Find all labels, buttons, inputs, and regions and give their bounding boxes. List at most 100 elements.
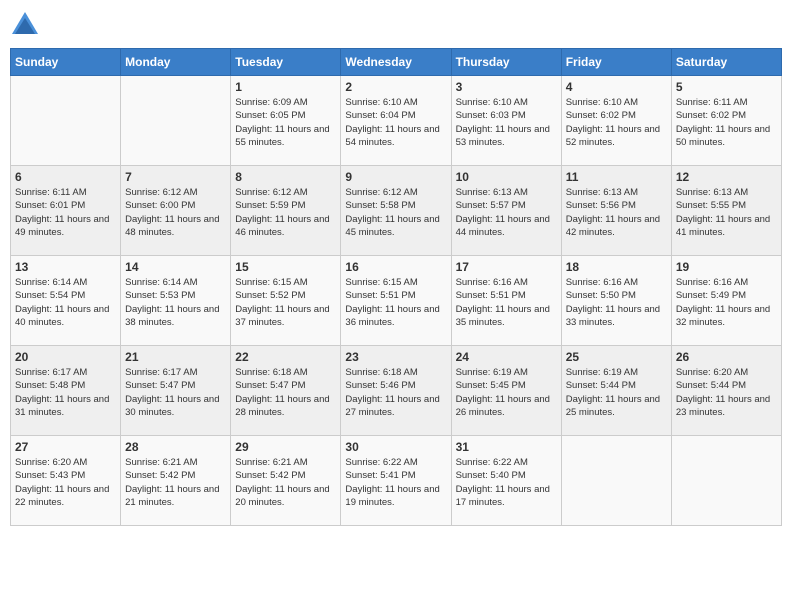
calendar-cell: 8 Sunrise: 6:12 AMSunset: 5:59 PMDaylight… (231, 166, 341, 256)
weekday-header: Sunday (11, 49, 121, 76)
day-number: 24 (456, 350, 557, 364)
calendar-cell: 24 Sunrise: 6:19 AMSunset: 5:45 PMDayligh… (451, 346, 561, 436)
day-info: Sunrise: 6:16 AMSunset: 5:49 PMDaylight:… (676, 276, 777, 329)
logo-icon (10, 10, 40, 40)
calendar-cell: 16 Sunrise: 6:15 AMSunset: 5:51 PMDayligh… (341, 256, 451, 346)
day-number: 18 (566, 260, 667, 274)
weekday-header: Monday (121, 49, 231, 76)
weekday-header: Saturday (671, 49, 781, 76)
calendar-week-row: 1 Sunrise: 6:09 AMSunset: 6:05 PMDaylight… (11, 76, 782, 166)
day-info: Sunrise: 6:15 AMSunset: 5:51 PMDaylight:… (345, 276, 446, 329)
calendar-cell: 3 Sunrise: 6:10 AMSunset: 6:03 PMDaylight… (451, 76, 561, 166)
day-number: 6 (15, 170, 116, 184)
day-info: Sunrise: 6:21 AMSunset: 5:42 PMDaylight:… (235, 456, 336, 509)
day-number: 16 (345, 260, 446, 274)
day-number: 14 (125, 260, 226, 274)
day-info: Sunrise: 6:22 AMSunset: 5:40 PMDaylight:… (456, 456, 557, 509)
day-number: 26 (676, 350, 777, 364)
calendar-body: 1 Sunrise: 6:09 AMSunset: 6:05 PMDaylight… (11, 76, 782, 526)
day-number: 20 (15, 350, 116, 364)
calendar-cell (561, 436, 671, 526)
calendar-cell: 6 Sunrise: 6:11 AMSunset: 6:01 PMDaylight… (11, 166, 121, 256)
calendar-cell: 5 Sunrise: 6:11 AMSunset: 6:02 PMDaylight… (671, 76, 781, 166)
day-number: 12 (676, 170, 777, 184)
calendar-cell (671, 436, 781, 526)
day-info: Sunrise: 6:19 AMSunset: 5:44 PMDaylight:… (566, 366, 667, 419)
calendar-week-row: 13Sunrise: 6:14 AMSunset: 5:54 PMDayligh… (11, 256, 782, 346)
day-info: Sunrise: 6:11 AMSunset: 6:02 PMDaylight:… (676, 96, 777, 149)
calendar-cell: 19 Sunrise: 6:16 AMSunset: 5:49 PMDayligh… (671, 256, 781, 346)
weekday-header: Tuesday (231, 49, 341, 76)
day-info: Sunrise: 6:17 AMSunset: 5:48 PMDaylight:… (15, 366, 116, 419)
calendar-cell: 26 Sunrise: 6:20 AMSunset: 5:44 PMDayligh… (671, 346, 781, 436)
day-info: Sunrise: 6:11 AMSunset: 6:01 PMDaylight:… (15, 186, 116, 239)
day-info: Sunrise: 6:21 AMSunset: 5:42 PMDaylight:… (125, 456, 226, 509)
day-info: Sunrise: 6:19 AMSunset: 5:45 PMDaylight:… (456, 366, 557, 419)
weekday-header: Friday (561, 49, 671, 76)
day-info: Sunrise: 6:13 AMSunset: 5:57 PMDaylight:… (456, 186, 557, 239)
calendar-cell (121, 76, 231, 166)
day-number: 4 (566, 80, 667, 94)
day-number: 25 (566, 350, 667, 364)
day-info: Sunrise: 6:10 AMSunset: 6:04 PMDaylight:… (345, 96, 446, 149)
calendar-cell: 7 Sunrise: 6:12 AMSunset: 6:00 PMDaylight… (121, 166, 231, 256)
calendar-table: SundayMondayTuesdayWednesdayThursdayFrid… (10, 48, 782, 526)
day-info: Sunrise: 6:16 AMSunset: 5:51 PMDaylight:… (456, 276, 557, 329)
day-number: 17 (456, 260, 557, 274)
day-number: 21 (125, 350, 226, 364)
calendar-cell: 20 Sunrise: 6:17 AMSunset: 5:48 PMDayligh… (11, 346, 121, 436)
calendar-cell: 31Sunrise: 6:22 AMSunset: 5:40 PMDayligh… (451, 436, 561, 526)
calendar-week-row: 27Sunrise: 6:20 AMSunset: 5:43 PMDayligh… (11, 436, 782, 526)
day-info: Sunrise: 6:14 AMSunset: 5:53 PMDaylight:… (125, 276, 226, 329)
day-number: 15 (235, 260, 336, 274)
page-header (10, 10, 782, 40)
calendar-cell: 17 Sunrise: 6:16 AMSunset: 5:51 PMDayligh… (451, 256, 561, 346)
calendar-cell (11, 76, 121, 166)
calendar-cell: 18Sunrise: 6:16 AMSunset: 5:50 PMDayligh… (561, 256, 671, 346)
weekday-header: Wednesday (341, 49, 451, 76)
calendar-cell: 29 Sunrise: 6:21 AMSunset: 5:42 PMDayligh… (231, 436, 341, 526)
day-info: Sunrise: 6:15 AMSunset: 5:52 PMDaylight:… (235, 276, 336, 329)
day-number: 19 (676, 260, 777, 274)
calendar-cell: 9 Sunrise: 6:12 AMSunset: 5:58 PMDaylight… (341, 166, 451, 256)
day-info: Sunrise: 6:12 AMSunset: 6:00 PMDaylight:… (125, 186, 226, 239)
day-info: Sunrise: 6:22 AMSunset: 5:41 PMDaylight:… (345, 456, 446, 509)
day-info: Sunrise: 6:10 AMSunset: 6:03 PMDaylight:… (456, 96, 557, 149)
calendar-cell: 10 Sunrise: 6:13 AMSunset: 5:57 PMDayligh… (451, 166, 561, 256)
calendar-cell: 21Sunrise: 6:17 AMSunset: 5:47 PMDayligh… (121, 346, 231, 436)
day-number: 22 (235, 350, 336, 364)
calendar-cell: 12Sunrise: 6:13 AMSunset: 5:55 PMDayligh… (671, 166, 781, 256)
calendar-cell: 22 Sunrise: 6:18 AMSunset: 5:47 PMDayligh… (231, 346, 341, 436)
day-number: 3 (456, 80, 557, 94)
calendar-cell: 30Sunrise: 6:22 AMSunset: 5:41 PMDayligh… (341, 436, 451, 526)
calendar-cell: 14 Sunrise: 6:14 AMSunset: 5:53 PMDayligh… (121, 256, 231, 346)
day-number: 5 (676, 80, 777, 94)
calendar-cell: 25 Sunrise: 6:19 AMSunset: 5:44 PMDayligh… (561, 346, 671, 436)
day-info: Sunrise: 6:13 AMSunset: 5:56 PMDaylight:… (566, 186, 667, 239)
day-number: 28 (125, 440, 226, 454)
day-info: Sunrise: 6:20 AMSunset: 5:44 PMDaylight:… (676, 366, 777, 419)
day-info: Sunrise: 6:09 AMSunset: 6:05 PMDaylight:… (235, 96, 336, 149)
day-number: 10 (456, 170, 557, 184)
day-number: 8 (235, 170, 336, 184)
calendar-header-row: SundayMondayTuesdayWednesdayThursdayFrid… (11, 49, 782, 76)
day-number: 2 (345, 80, 446, 94)
calendar-cell: 15 Sunrise: 6:15 AMSunset: 5:52 PMDayligh… (231, 256, 341, 346)
day-info: Sunrise: 6:20 AMSunset: 5:43 PMDaylight:… (15, 456, 116, 509)
day-number: 29 (235, 440, 336, 454)
calendar-cell: 4 Sunrise: 6:10 AMSunset: 6:02 PMDaylight… (561, 76, 671, 166)
calendar-cell: 1 Sunrise: 6:09 AMSunset: 6:05 PMDaylight… (231, 76, 341, 166)
day-info: Sunrise: 6:12 AMSunset: 5:58 PMDaylight:… (345, 186, 446, 239)
calendar-week-row: 6 Sunrise: 6:11 AMSunset: 6:01 PMDaylight… (11, 166, 782, 256)
calendar-cell: 11Sunrise: 6:13 AMSunset: 5:56 PMDayligh… (561, 166, 671, 256)
calendar-cell: 23Sunrise: 6:18 AMSunset: 5:46 PMDayligh… (341, 346, 451, 436)
day-info: Sunrise: 6:12 AMSunset: 5:59 PMDaylight:… (235, 186, 336, 239)
day-number: 9 (345, 170, 446, 184)
calendar-cell: 13Sunrise: 6:14 AMSunset: 5:54 PMDayligh… (11, 256, 121, 346)
day-number: 1 (235, 80, 336, 94)
calendar-cell: 27Sunrise: 6:20 AMSunset: 5:43 PMDayligh… (11, 436, 121, 526)
weekday-header: Thursday (451, 49, 561, 76)
day-number: 7 (125, 170, 226, 184)
day-info: Sunrise: 6:10 AMSunset: 6:02 PMDaylight:… (566, 96, 667, 149)
day-info: Sunrise: 6:18 AMSunset: 5:47 PMDaylight:… (235, 366, 336, 419)
